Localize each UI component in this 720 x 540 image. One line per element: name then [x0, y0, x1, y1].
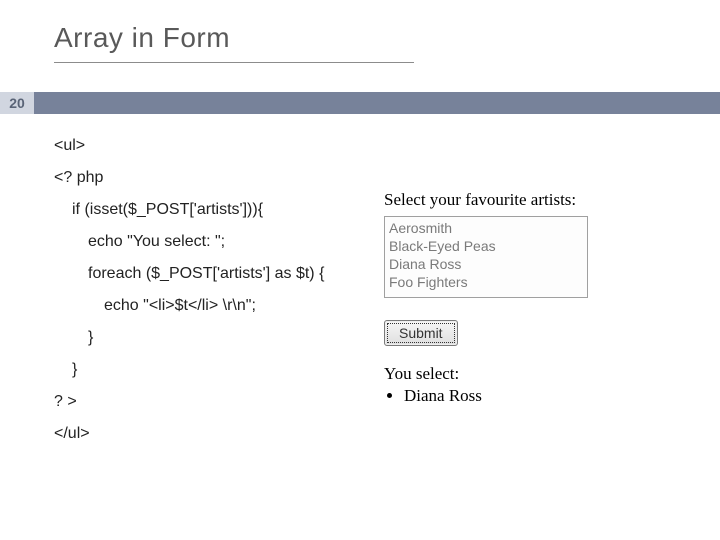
- code-line: echo "<li>$t</li> \r\n";: [104, 290, 364, 322]
- listbox-option[interactable]: Diana Ross: [389, 255, 587, 273]
- page-number: 20: [0, 92, 34, 114]
- code-line: }: [72, 354, 364, 386]
- code-line: if (isset($_POST['artists'])){: [72, 194, 364, 226]
- output-item: Diana Ross: [404, 386, 674, 406]
- code-line: foreach ($_POST['artists'] as $t) {: [88, 258, 364, 290]
- output-list: Diana Ross: [384, 386, 674, 406]
- code-line: </ul>: [54, 418, 364, 450]
- listbox-option[interactable]: Black-Eyed Peas: [389, 237, 587, 255]
- code-line: }: [88, 322, 364, 354]
- output-heading: You select:: [384, 364, 674, 384]
- listbox-option[interactable]: Foo Fighters: [389, 273, 587, 291]
- header-bar: [0, 92, 720, 114]
- output-block: You select: Diana Ross: [384, 364, 674, 406]
- title-underline: [54, 62, 414, 63]
- listbox-label: Select your favourite artists:: [384, 190, 674, 210]
- code-line: ? >: [54, 386, 364, 418]
- code-line: <ul>: [54, 130, 364, 162]
- code-block: <ul> <? php if (isset($_POST['artists'])…: [54, 130, 364, 450]
- listbox-option[interactable]: Aerosmith: [389, 219, 587, 237]
- artists-listbox[interactable]: Aerosmith Black-Eyed Peas Diana Ross Foo…: [384, 216, 588, 298]
- code-line: <? php: [54, 162, 364, 194]
- demo-panel: Select your favourite artists: Aerosmith…: [384, 190, 674, 406]
- submit-button[interactable]: Submit: [384, 320, 458, 346]
- code-line: echo "You select: ";: [88, 226, 364, 258]
- slide-title: Array in Form: [54, 22, 230, 54]
